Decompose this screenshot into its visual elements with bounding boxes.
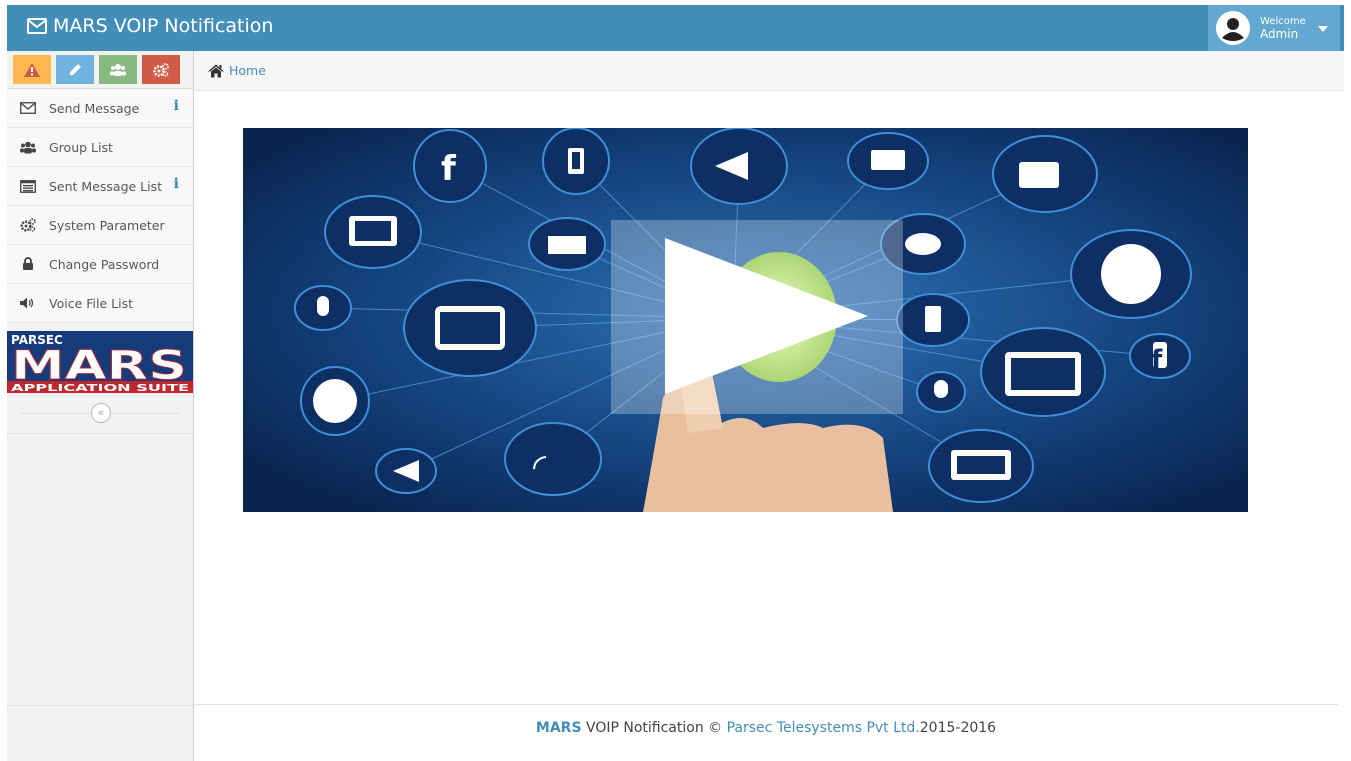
user-menu[interactable]: Welcome Admin [1208, 5, 1340, 51]
envelope-icon [20, 102, 36, 114]
footer-company-link[interactable]: Parsec Telesystems Pvt Ltd. [727, 720, 920, 736]
sidebar-shortcuts [7, 51, 193, 89]
sidebar: Send Message i Group List Sent Message L… [7, 51, 194, 761]
sidebar-item-label: System Parameter [49, 217, 165, 233]
warning-icon [24, 62, 40, 77]
caret-down-icon [1318, 26, 1328, 32]
shortcut-edit-button[interactable] [56, 55, 94, 84]
footer-text: VOIP Notification © [581, 720, 727, 736]
sidebar-item-system-parameter[interactable]: System Parameter [7, 206, 193, 245]
logo-line3: APPLICATION SUITE [11, 383, 189, 393]
svg-text:f: f [1151, 345, 1163, 375]
sidebar-item-voice-file-list[interactable]: Voice File List [7, 284, 193, 323]
sidebar-item-group-list[interactable]: Group List [7, 128, 193, 167]
sidebar-footer-divider [7, 705, 193, 706]
info-icon[interactable]: i [174, 176, 179, 192]
avatar [1216, 11, 1250, 45]
footer-brand: MARS [535, 720, 582, 736]
video-player[interactable]: f ◜ f [243, 128, 1248, 512]
sidebar-item-sent-message-list[interactable]: Sent Message List i [7, 167, 193, 206]
sidebar-item-label: Send Message [49, 100, 140, 116]
pencil-icon [70, 63, 81, 75]
breadcrumb: Home [194, 51, 1344, 91]
footer-divider [194, 704, 1338, 705]
sidebar-item-label: Sent Message List [49, 178, 163, 194]
envelope-icon [27, 18, 47, 34]
page-footer: MARS VOIP Notification © Parsec Telesyst… [194, 720, 1338, 744]
home-icon [208, 64, 224, 77]
sidebar-item-change-password[interactable]: Change Password [7, 245, 193, 284]
sidebar-item-label: Group List [49, 139, 113, 155]
shortcut-settings-button[interactable] [142, 55, 180, 84]
user-icon [1217, 12, 1249, 44]
top-navbar: MARS VOIP Notification Welcome Admin [7, 5, 1344, 51]
sidebar-collapse-row: « [7, 397, 193, 434]
volume-icon [20, 297, 34, 309]
info-icon[interactable]: i [174, 98, 179, 114]
shortcut-users-button[interactable] [99, 55, 137, 84]
footer-years: 2015-2016 [919, 720, 997, 736]
app-title: MARS VOIP Notification [53, 15, 274, 37]
user-name: Admin [1260, 27, 1299, 41]
sidebar-item-label: Change Password [49, 256, 160, 272]
mars-logo: PARSEC MARS APPLICATION SUITE [7, 331, 193, 394]
users-icon [20, 141, 36, 153]
sidebar-item-send-message[interactable]: Send Message i [7, 89, 193, 128]
sidebar-collapse-button[interactable]: « [91, 403, 111, 423]
users-icon [110, 63, 126, 76]
sidebar-item-label: Voice File List [49, 295, 133, 311]
lock-icon [23, 257, 33, 270]
cogs-icon [20, 218, 36, 232]
svg-text:f: f [441, 149, 457, 189]
cogs-icon [153, 62, 169, 77]
svg-text:◜: ◜ [533, 447, 547, 487]
list-icon [20, 179, 36, 193]
app-brand[interactable]: MARS VOIP Notification [27, 15, 273, 37]
shortcut-warning-button[interactable] [13, 55, 51, 84]
breadcrumb-home-link[interactable]: Home [229, 63, 266, 78]
